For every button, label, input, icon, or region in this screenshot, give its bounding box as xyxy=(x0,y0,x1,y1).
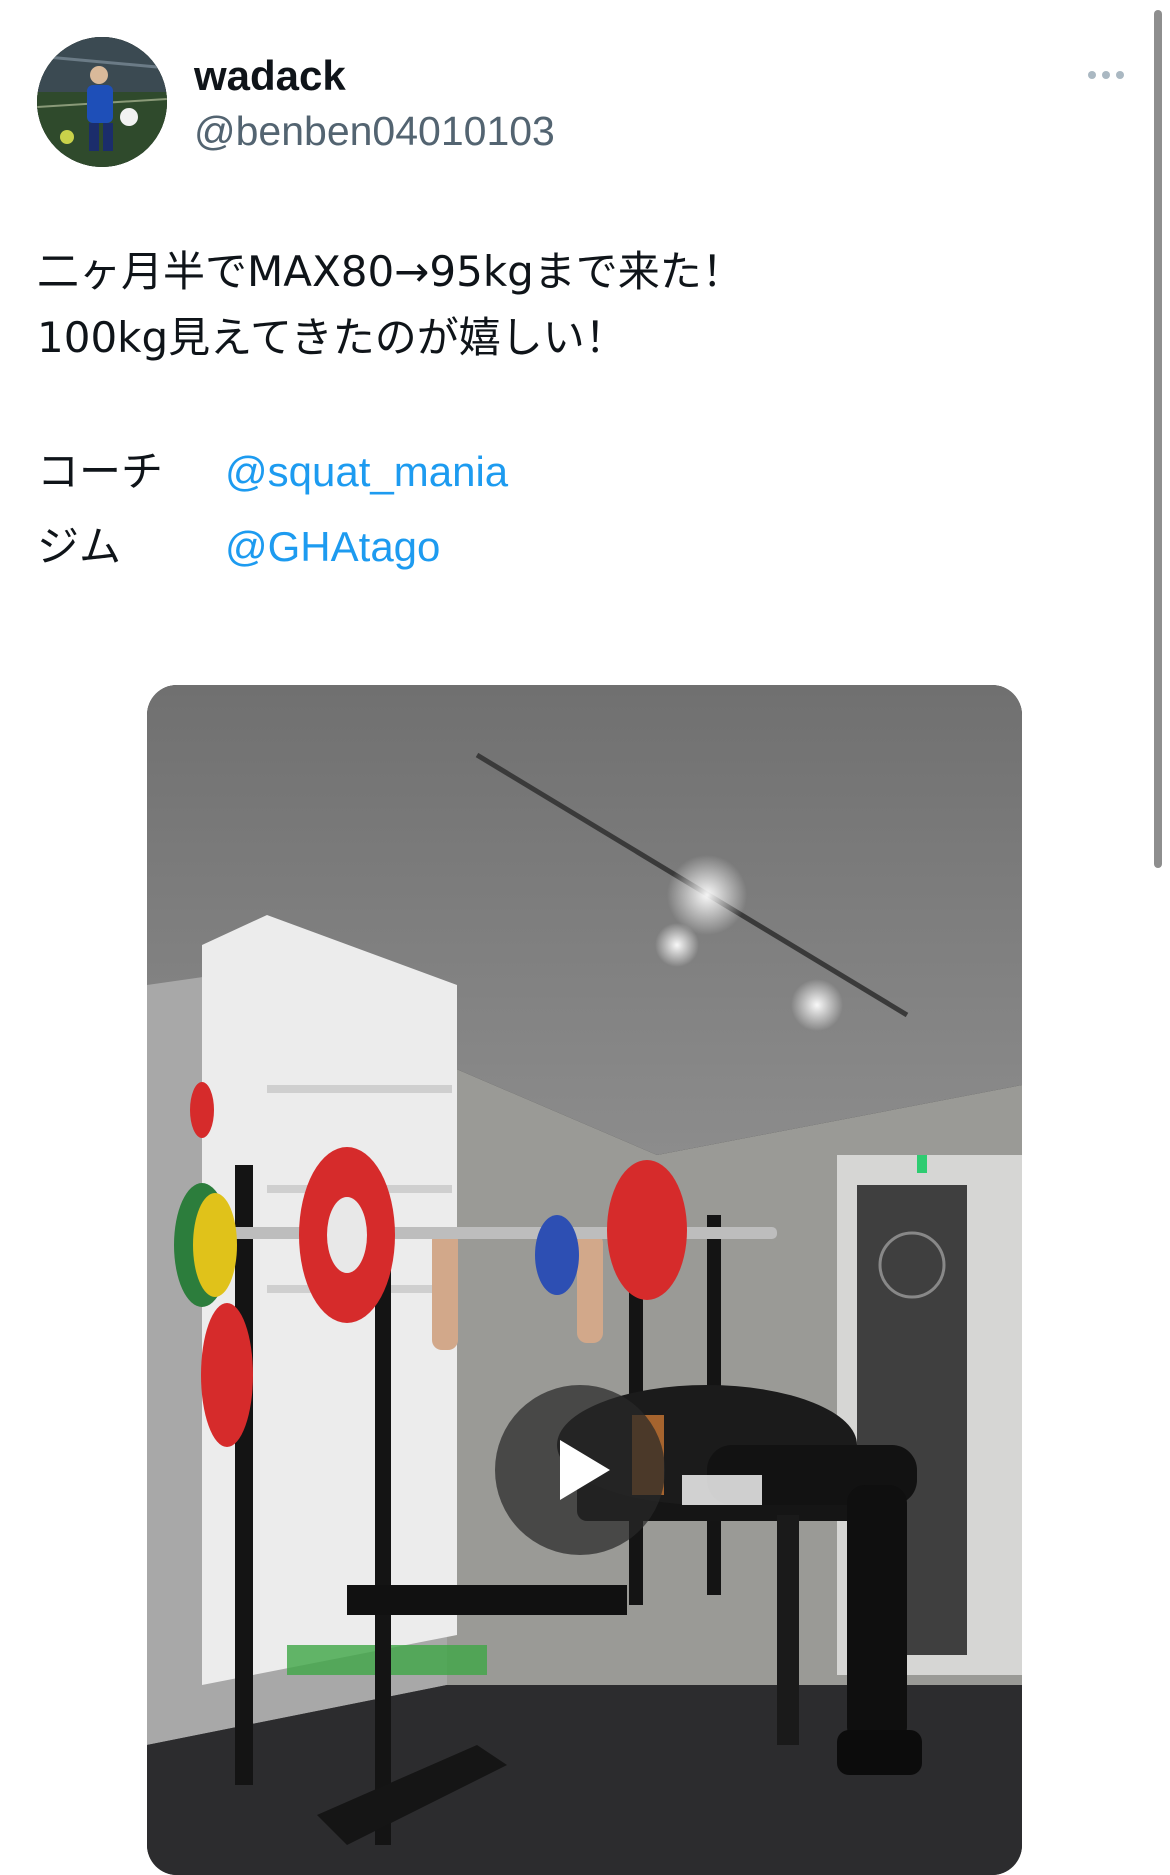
scrollbar[interactable] xyxy=(1154,10,1162,868)
play-icon xyxy=(560,1440,610,1500)
mention-link-coach[interactable]: @squat_mania xyxy=(225,442,508,502)
tweet-line-1: 二ヶ月半でMAX80→95kgまで来た！ xyxy=(37,247,744,296)
tweet-line-2: 100kg見えてきたのが嬉しい！ xyxy=(37,313,627,362)
credit-label-coach: コーチ xyxy=(37,447,164,496)
more-dot xyxy=(1116,71,1124,79)
credit-row-coach: コーチ @squat_mania xyxy=(37,442,1117,502)
credit-row-gym: ジム @GHAtago xyxy=(37,517,1117,577)
avatar[interactable] xyxy=(37,37,167,167)
display-name[interactable]: wadack xyxy=(194,50,346,102)
video-thumbnail[interactable] xyxy=(147,685,1022,1875)
user-handle[interactable]: @benben04010103 xyxy=(194,106,555,156)
mention-link-gym[interactable]: @GHAtago xyxy=(225,517,440,577)
play-button[interactable] xyxy=(495,1385,665,1555)
credit-label-gym: ジム xyxy=(37,522,122,571)
more-dot xyxy=(1088,71,1096,79)
more-dot xyxy=(1102,71,1110,79)
more-options-icon[interactable] xyxy=(1076,60,1136,90)
